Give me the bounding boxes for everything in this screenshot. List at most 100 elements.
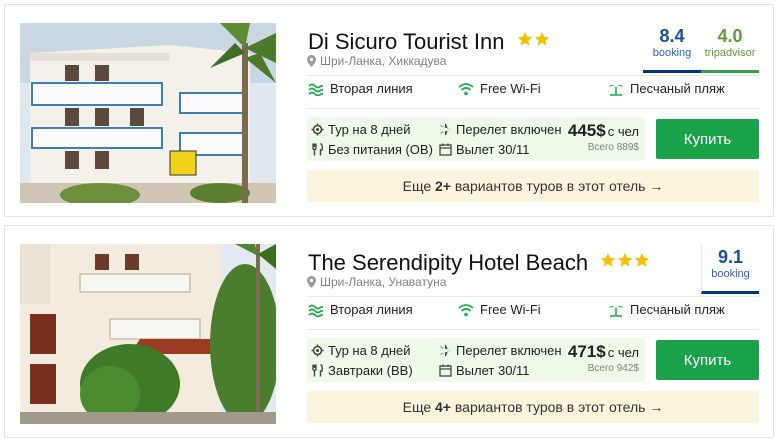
tour-flight-text: Перелет включен [456, 122, 562, 137]
ratings: 8.4 booking 4.0 tripadvisor [643, 23, 759, 73]
price-value: 471$ [567, 342, 606, 361]
feature-line: Вторая линия [308, 302, 458, 317]
booking-score: 9.1 [717, 247, 744, 267]
hotel-location: Шри-Ланка, Унаватуна [307, 275, 446, 289]
gear-icon [311, 344, 324, 357]
wifi-icon [458, 303, 474, 316]
plane-icon [440, 344, 452, 357]
price-per: с чел [607, 345, 639, 360]
tripadvisor-score: 4.0 [717, 26, 743, 46]
tour-duration: Тур на 8 дней [311, 343, 411, 358]
calendar-icon [439, 143, 452, 156]
tour-departure: Вылет 30/11 [439, 142, 530, 157]
feature-beach-text: Песчаный пляж [630, 302, 725, 317]
buy-button[interactable]: Купить [656, 119, 759, 159]
tour-duration-text: Тур на 8 дней [328, 122, 411, 137]
hotel-name[interactable]: Di Sicuro Tourist Inn [308, 27, 551, 55]
star-rating [600, 248, 651, 274]
tour-flight: Перелет включен [439, 122, 562, 137]
tripadvisor-label: tripadvisor [704, 47, 756, 59]
more-tours-button[interactable]: Еще 4+ вариантов туров в этот отель → [307, 391, 759, 423]
hotel-card: The Serendipity Hotel Beach Шри-Ланка, У… [4, 225, 774, 438]
price-value: 445$ [567, 121, 606, 140]
hotel-photo[interactable] [20, 23, 276, 203]
divider [307, 329, 759, 330]
divider [307, 108, 759, 109]
location-text: Шри-Ланка, Хиккадува [320, 54, 447, 68]
plane-icon [440, 123, 452, 136]
booking-rating[interactable]: 8.4 booking [643, 23, 701, 73]
feature-wifi-text: Free Wi-Fi [480, 81, 541, 96]
wifi-icon [458, 82, 474, 95]
tour-price: 471$ с чел Всего 942$ [568, 342, 639, 374]
star-rating [517, 27, 551, 53]
feature-wifi-text: Free Wi-Fi [480, 302, 541, 317]
price-main: 471$ с чел [568, 342, 639, 362]
tour-departure-text: Вылет 30/11 [456, 142, 530, 157]
feature-beach: Песчаный пляж [608, 81, 725, 96]
booking-score: 8.4 [659, 26, 685, 46]
more-suffix: вариантов туров в этот отель → [454, 178, 664, 194]
palm-beach-icon [609, 84, 623, 96]
star-icon [600, 253, 616, 267]
tour-departure: Вылет 30/11 [439, 363, 530, 378]
star-icon [534, 32, 549, 46]
calendar-icon [439, 364, 452, 377]
feature-line-text: Вторая линия [330, 81, 413, 96]
more-prefix: Еще [402, 399, 432, 415]
star-icon [634, 253, 650, 267]
price-total: Всего 942$ [587, 363, 639, 374]
feature-beach-text: Песчаный пляж [630, 81, 725, 96]
hotel-location: Шри-Ланка, Хиккадува [307, 54, 446, 68]
tour-offer: Тур на 8 дней Без питания (ОВ) Перелет в… [307, 117, 645, 161]
location-pin-icon [307, 276, 316, 288]
tour-meal: Завтраки (BB) [311, 363, 413, 378]
price-per: с чел [607, 124, 639, 139]
price-total: Всего 889$ [587, 142, 639, 153]
tour-duration: Тур на 8 дней [311, 122, 411, 137]
buy-button[interactable]: Купить [656, 340, 759, 380]
feature-beach: Песчаный пляж [608, 302, 725, 317]
more-tours-button[interactable]: Еще 2+ вариантов туров в этот отель → [307, 170, 759, 202]
palm-beach-icon [609, 305, 623, 317]
star-icon [517, 32, 532, 46]
hotel-features: Вторая линия Free Wi-Fi Песчаный пляж [308, 302, 725, 317]
divider [307, 296, 759, 297]
feature-line: Вторая линия [308, 81, 458, 96]
booking-label: booking [711, 268, 750, 280]
hotel-name-text[interactable]: The Serendipity Hotel Beach [308, 250, 588, 275]
waves-icon [308, 83, 323, 96]
tripadvisor-rating[interactable]: 4.0 tripadvisor [701, 23, 759, 73]
divider [307, 75, 759, 76]
hotel-card: Di Sicuro Tourist Inn Шри-Ланка, Хиккаду… [4, 4, 774, 217]
hotel-features: Вторая линия Free Wi-Fi Песчаный пляж [308, 81, 725, 96]
more-count: 4+ [435, 399, 451, 415]
tour-meal: Без питания (ОВ) [311, 142, 433, 157]
price-main: 445$ с чел [568, 121, 639, 141]
fork-knife-icon [312, 143, 323, 156]
tour-flight: Перелет включен [439, 343, 562, 358]
hotel-name[interactable]: The Serendipity Hotel Beach [308, 248, 651, 276]
more-prefix: Еще [402, 178, 432, 194]
gear-icon [311, 123, 324, 136]
tour-offer: Тур на 8 дней Завтраки (BB) Перелет вклю… [307, 338, 645, 382]
more-suffix: вариантов туров в этот отель → [454, 399, 664, 415]
hotel-photo[interactable] [20, 244, 276, 424]
feature-wifi: Free Wi-Fi [458, 81, 608, 96]
tour-duration-text: Тур на 8 дней [328, 343, 411, 358]
more-count: 2+ [435, 178, 451, 194]
tour-departure-text: Вылет 30/11 [456, 363, 530, 378]
booking-rating[interactable]: 9.1 booking [701, 244, 759, 294]
tour-price: 445$ с чел Всего 889$ [568, 121, 639, 153]
feature-line-text: Вторая линия [330, 302, 413, 317]
hotel-name-text[interactable]: Di Sicuro Tourist Inn [308, 29, 504, 54]
star-icon [617, 253, 633, 267]
tour-meal-text: Без питания (ОВ) [328, 142, 433, 157]
location-text: Шри-Ланка, Унаватуна [320, 275, 447, 289]
booking-label: booking [652, 47, 692, 59]
tour-meal-text: Завтраки (BB) [328, 363, 413, 378]
ratings: 9.1 booking [701, 244, 759, 294]
location-pin-icon [307, 55, 316, 67]
feature-wifi: Free Wi-Fi [458, 302, 608, 317]
tour-flight-text: Перелет включен [456, 343, 562, 358]
